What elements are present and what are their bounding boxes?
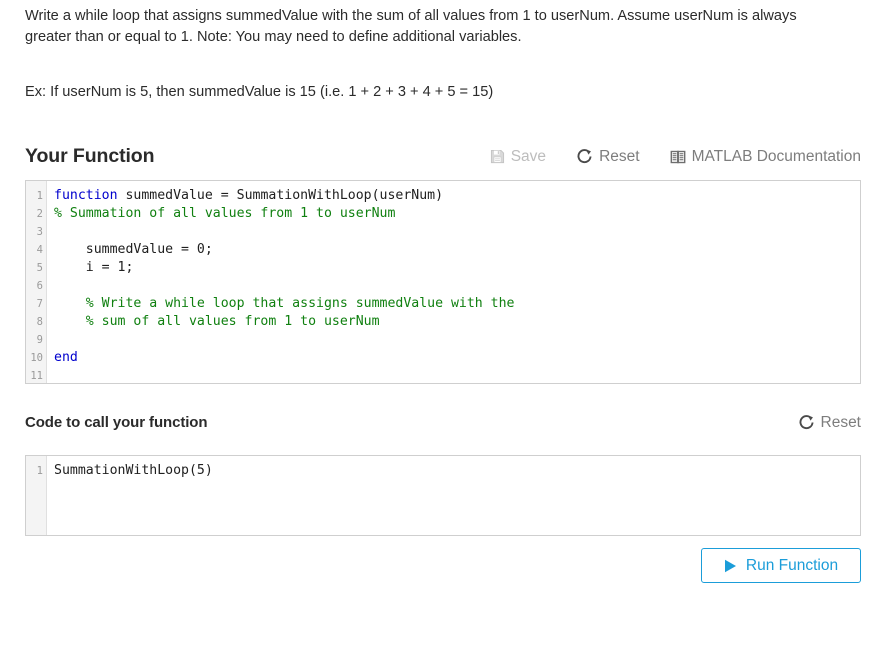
call-code-editor[interactable]: 1 SummationWithLoop(5) bbox=[25, 455, 861, 536]
reset-icon bbox=[798, 414, 815, 431]
line-number: 1 bbox=[36, 190, 43, 202]
page-title: Your Function bbox=[25, 145, 155, 167]
line-number: 5 bbox=[36, 262, 43, 274]
line-number: 3 bbox=[36, 226, 43, 238]
line-number: 4 bbox=[36, 244, 43, 256]
run-function-button[interactable]: Run Function bbox=[701, 548, 861, 583]
problem-paragraph: Write a while loop that assigns summedVa… bbox=[25, 8, 797, 45]
matlab-documentation-link[interactable]: MATLAB Documentation bbox=[670, 149, 861, 165]
problem-statement: Write a while loop that assigns summedVa… bbox=[25, 6, 825, 103]
code-line: summedValue = 0; bbox=[54, 242, 213, 257]
save-label: Save bbox=[510, 147, 547, 165]
line-number: 7 bbox=[36, 298, 43, 310]
reset-label: Reset bbox=[820, 413, 862, 431]
code-line: % Write a while loop that assigns summed… bbox=[54, 296, 515, 311]
function-code-editor[interactable]: 1 2 3 4 5 6 7 8 9 10 11 function summedValue = Sum… bbox=[25, 180, 861, 384]
run-function-label: Run Function bbox=[745, 556, 839, 574]
matlab-documentation-label: MATLAB Documentation bbox=[691, 147, 861, 165]
call-toolbar: Reset bbox=[768, 413, 862, 431]
code-line: end bbox=[54, 350, 78, 365]
reset-function-button[interactable]: Reset bbox=[576, 148, 640, 165]
call-section-title: Code to call your function bbox=[25, 414, 208, 431]
reset-label: Reset bbox=[599, 147, 640, 165]
save-icon bbox=[490, 149, 505, 164]
code-line: % sum of all values from 1 to userNum bbox=[54, 314, 380, 329]
line-number: 2 bbox=[36, 208, 43, 220]
line-number: 10 bbox=[30, 352, 43, 364]
reset-call-button[interactable]: Reset bbox=[798, 413, 862, 431]
line-number: 9 bbox=[36, 334, 43, 346]
line-number: 1 bbox=[36, 465, 43, 477]
save-button[interactable]: Save bbox=[490, 149, 546, 165]
line-number: 6 bbox=[36, 280, 43, 292]
exercise-page: Write a while loop that assigns summedVa… bbox=[0, 0, 881, 645]
function-toolbar: Save Reset MATLAB Documentation bbox=[460, 148, 861, 165]
play-icon bbox=[724, 559, 737, 573]
function-editor-gutter: 1 2 3 4 5 6 7 8 9 10 11 bbox=[26, 181, 47, 383]
code-line: % Summation of all values from 1 to user… bbox=[54, 206, 396, 221]
call-section-header: Code to call your function Reset bbox=[25, 414, 861, 431]
call-editor-code[interactable]: SummationWithLoop(5) bbox=[47, 456, 860, 535]
problem-example: Ex: If userNum is 5, then summedValue is… bbox=[25, 84, 494, 100]
function-section-header: Your Function Save Reset MATLAB Document… bbox=[25, 145, 861, 168]
line-number: 11 bbox=[30, 370, 43, 382]
line-number: 8 bbox=[36, 316, 43, 328]
code-line: SummationWithLoop(5) bbox=[54, 463, 213, 478]
book-icon bbox=[670, 149, 686, 165]
function-editor-code[interactable]: function summedValue = SummationWithLoop… bbox=[47, 181, 860, 383]
call-editor-gutter: 1 bbox=[26, 456, 47, 535]
code-line: function summedValue = SummationWithLoop… bbox=[54, 188, 444, 203]
reset-icon bbox=[576, 148, 593, 165]
code-line: i = 1; bbox=[54, 260, 134, 275]
